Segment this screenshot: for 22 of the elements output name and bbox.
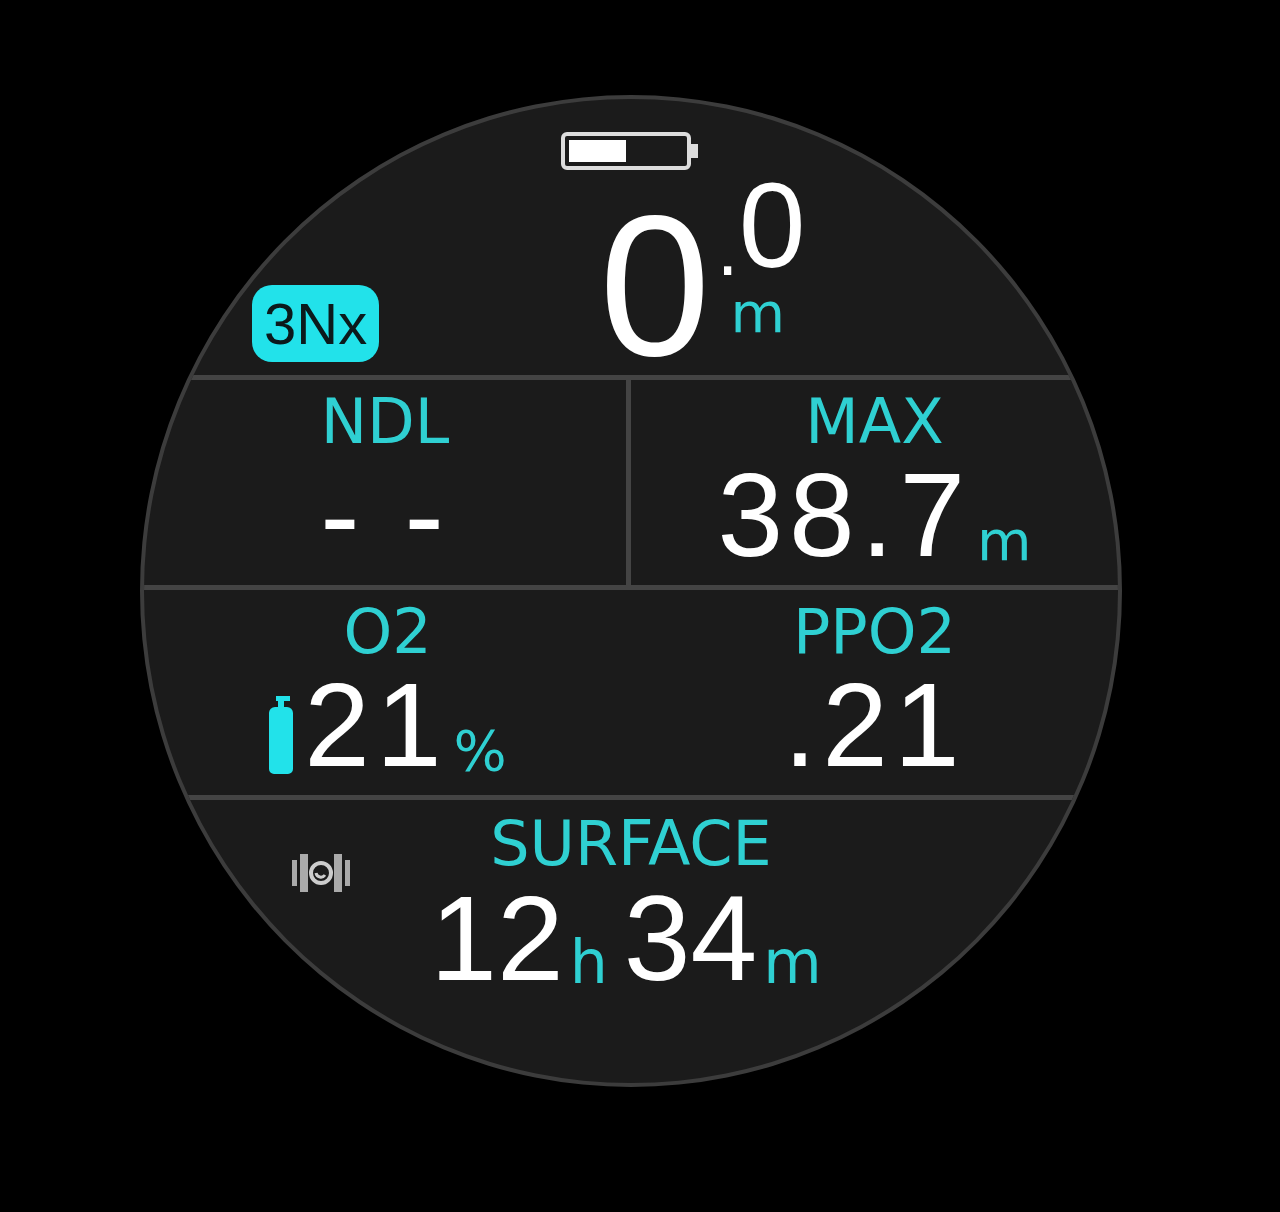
surface-time-value: 34 bbox=[623, 878, 758, 999]
metric-value: .21 bbox=[783, 666, 966, 785]
battery-icon bbox=[561, 131, 701, 171]
metric-label: PPO2 bbox=[793, 598, 956, 667]
surface-time-unit: h bbox=[569, 926, 608, 999]
metric-value: 21 bbox=[304, 666, 448, 785]
gas-cylinder-icon bbox=[268, 694, 295, 777]
metric-value: 38.7 bbox=[717, 456, 972, 575]
depth-value: 0 bbox=[599, 196, 711, 377]
surface-time-unit: m bbox=[763, 926, 822, 999]
metric-label: O2 bbox=[343, 598, 432, 667]
metric-label: MAX bbox=[805, 388, 944, 457]
metric-unit: % bbox=[453, 717, 507, 785]
metric-unit: m bbox=[977, 507, 1032, 575]
gas-mode-badge: 3Nx bbox=[252, 284, 380, 363]
metric-value: - - bbox=[320, 456, 450, 575]
depth-unit: m bbox=[730, 279, 785, 347]
surface-time-value: 12 bbox=[430, 878, 564, 999]
metric-label: NDL bbox=[320, 388, 450, 457]
depth-decimal: 0 bbox=[738, 171, 806, 279]
surface-label: SURFACE bbox=[490, 810, 772, 879]
decimal-point: . bbox=[716, 223, 739, 279]
